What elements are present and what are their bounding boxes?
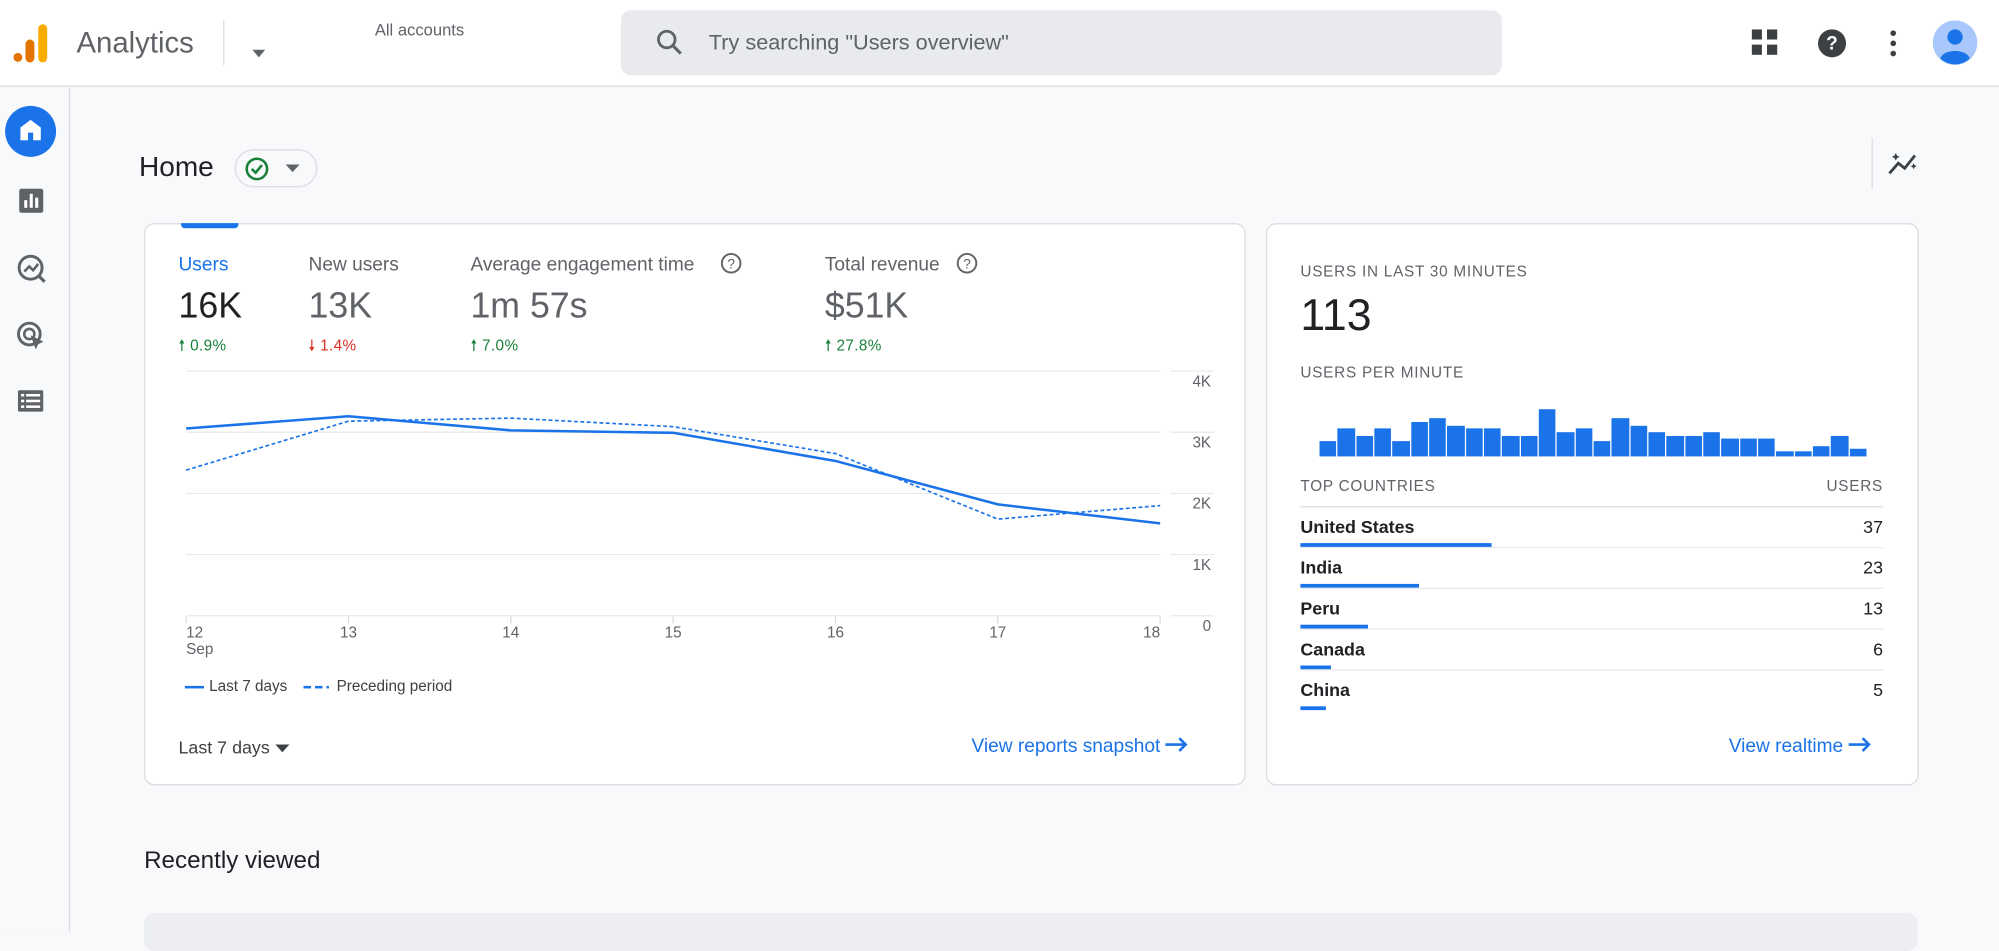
users-per-minute-bar-chart bbox=[1319, 404, 1868, 457]
divider bbox=[1871, 137, 1873, 189]
view-reports-snapshot-link[interactable]: View reports snapshot bbox=[971, 735, 1188, 758]
per-minute-bar[interactable] bbox=[1684, 435, 1702, 457]
y-tick-label: 0 bbox=[1203, 618, 1212, 635]
legend-dashed-swatch bbox=[303, 685, 329, 689]
x-tick-label: 14 bbox=[502, 624, 519, 641]
per-minute-bar[interactable] bbox=[1776, 451, 1794, 457]
apps-grid-icon[interactable] bbox=[1751, 29, 1779, 56]
country-name: Canada bbox=[1300, 638, 1365, 660]
country-name: United States bbox=[1300, 516, 1415, 537]
per-minute-bar[interactable] bbox=[1575, 428, 1593, 457]
country-name: China bbox=[1300, 679, 1350, 700]
per-minute-bar[interactable] bbox=[1794, 451, 1812, 457]
x-tick-label: 13 bbox=[340, 624, 357, 641]
country-users: 13 bbox=[1863, 597, 1884, 619]
date-range-label: Last 7 days bbox=[178, 736, 270, 758]
per-minute-bar[interactable] bbox=[1319, 441, 1337, 457]
per-minute-bar[interactable] bbox=[1483, 428, 1501, 457]
per-minute-bar[interactable] bbox=[1611, 418, 1629, 457]
per-minute-bar[interactable] bbox=[1557, 431, 1575, 457]
arrow-right-icon bbox=[1165, 737, 1188, 752]
divider bbox=[1300, 669, 1884, 671]
date-range-selector[interactable]: Last 7 days bbox=[178, 736, 289, 758]
x-tick-label: 17 bbox=[989, 624, 1006, 641]
per-minute-bar[interactable] bbox=[1538, 409, 1556, 457]
avatar-icon[interactable] bbox=[1932, 20, 1978, 66]
users-header: USERS bbox=[1826, 476, 1884, 495]
realtime-users-value: 113 bbox=[1300, 290, 1372, 341]
divider bbox=[1300, 506, 1884, 508]
view-realtime-link[interactable]: View realtime bbox=[1728, 735, 1872, 758]
legend-solid-swatch bbox=[184, 685, 204, 689]
per-minute-bar[interactable] bbox=[1410, 422, 1428, 457]
country-name: Peru bbox=[1300, 597, 1341, 619]
users-line-chart: 4K 3K 2K 1K 0 12 13 14 15 16 17 18 Sep bbox=[185, 370, 1214, 658]
per-minute-bar[interactable] bbox=[1429, 418, 1447, 457]
x-tick-label: 12 bbox=[186, 624, 203, 641]
country-share-bar bbox=[1300, 706, 1327, 711]
realtime-title: USERS IN LAST 30 MINUTES bbox=[1300, 262, 1528, 281]
y-tick-label: 1K bbox=[1192, 557, 1211, 574]
per-minute-bar[interactable] bbox=[1812, 445, 1830, 457]
per-minute-bar[interactable] bbox=[1703, 431, 1721, 457]
caret-down-icon bbox=[274, 744, 289, 753]
insights-sparkle-icon[interactable] bbox=[1887, 149, 1920, 177]
per-minute-bar[interactable] bbox=[1374, 428, 1392, 457]
more-vert-icon[interactable] bbox=[1888, 29, 1898, 57]
per-minute-bar[interactable] bbox=[1630, 425, 1648, 457]
per-minute-bar[interactable] bbox=[1666, 435, 1684, 457]
per-minute-bar[interactable] bbox=[1648, 431, 1666, 457]
country-users: 5 bbox=[1873, 679, 1884, 700]
per-minute-bar[interactable] bbox=[1758, 438, 1776, 457]
recently-viewed-title: Recently viewed bbox=[144, 847, 321, 875]
per-minute-bar[interactable] bbox=[1337, 428, 1355, 457]
divider bbox=[1300, 546, 1884, 549]
countries-header: TOP COUNTRIES bbox=[1300, 476, 1436, 495]
link-label: View realtime bbox=[1728, 735, 1844, 758]
country-users: 6 bbox=[1873, 638, 1884, 660]
per-minute-bar[interactable] bbox=[1739, 438, 1757, 457]
per-minute-bar[interactable] bbox=[1849, 448, 1867, 457]
x-tick-label: 15 bbox=[665, 624, 682, 641]
per-minute-bar[interactable] bbox=[1721, 438, 1739, 457]
y-tick-label: 4K bbox=[1192, 373, 1211, 390]
legend-label: Last 7 days bbox=[209, 676, 288, 695]
legend-label: Preceding period bbox=[336, 676, 453, 695]
arrow-right-icon bbox=[1848, 737, 1871, 752]
per-minute-bar[interactable] bbox=[1356, 435, 1374, 457]
y-tick-label: 2K bbox=[1192, 496, 1211, 513]
country-name: India bbox=[1300, 557, 1343, 578]
per-minute-bar[interactable] bbox=[1502, 435, 1520, 457]
divider bbox=[1300, 628, 1884, 630]
x-sub-label: Sep bbox=[186, 641, 213, 658]
link-label: View reports snapshot bbox=[971, 735, 1161, 758]
y-tick-label: 3K bbox=[1192, 434, 1211, 451]
per-minute-bar[interactable] bbox=[1520, 435, 1538, 457]
per-minute-bar[interactable] bbox=[1465, 428, 1483, 457]
divider bbox=[1300, 587, 1884, 590]
x-tick-label: 16 bbox=[827, 624, 844, 641]
country-users: 23 bbox=[1863, 557, 1884, 578]
svg-text:?: ? bbox=[1826, 34, 1838, 55]
country-users: 37 bbox=[1863, 516, 1884, 537]
per-minute-label: USERS PER MINUTE bbox=[1300, 363, 1464, 382]
per-minute-bar[interactable] bbox=[1593, 441, 1611, 457]
x-tick-label: 18 bbox=[1143, 624, 1160, 641]
per-minute-bar[interactable] bbox=[1447, 425, 1465, 457]
per-minute-bar[interactable] bbox=[1831, 435, 1849, 457]
per-minute-bar[interactable] bbox=[1392, 441, 1410, 457]
help-icon[interactable]: ? bbox=[1817, 28, 1848, 59]
